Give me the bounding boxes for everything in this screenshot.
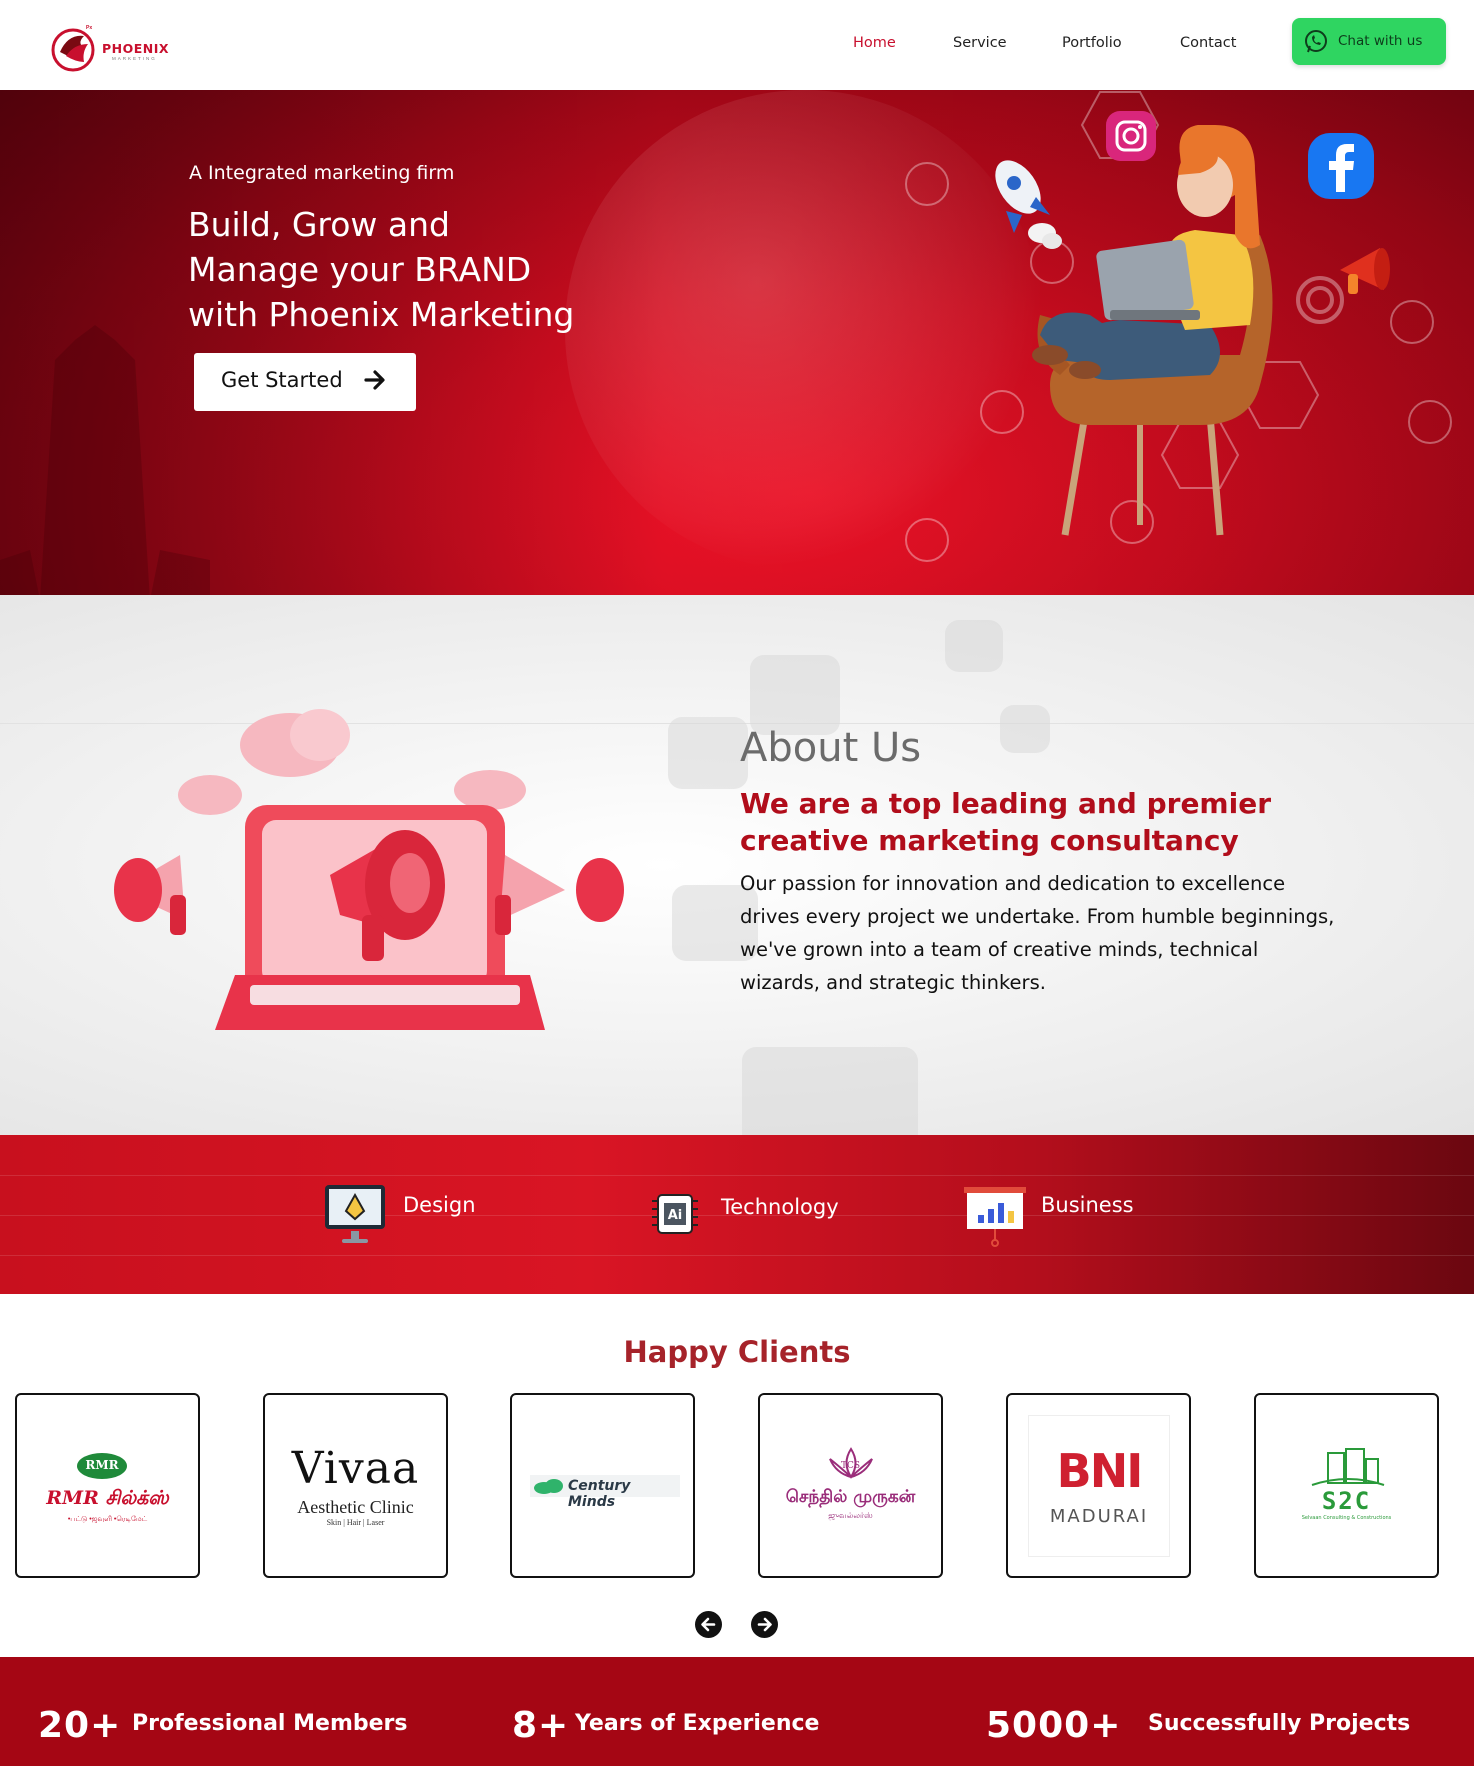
client-logo-card[interactable]: RMR RMR சில்க்ஸ் •பட்டு •ஜவுளி •ரெடிமேட் xyxy=(15,1393,200,1578)
rmr-badge: RMR xyxy=(77,1453,127,1479)
hero-title-line: Manage your BRAND xyxy=(188,250,532,289)
about-subtitle-line: creative marketing consultancy xyxy=(740,824,1239,857)
heart-bubble-icon xyxy=(742,1047,918,1135)
grid-line xyxy=(0,1175,1474,1176)
rmr-badge-text: RMR xyxy=(85,1458,119,1472)
feature-technology-label: Technology xyxy=(721,1195,839,1219)
star-bubble-icon xyxy=(668,717,748,789)
brand-mark: Px xyxy=(86,25,93,31)
senthil-murugan-sub: ஜுவல்லர்ஸ் xyxy=(828,1511,873,1520)
chat-button-label: Chat with us xyxy=(1338,33,1423,49)
hero-title-line: Build, Grow and xyxy=(188,205,450,244)
s2c-sub: Selvaan Consulting & Constructions xyxy=(1301,1515,1392,1521)
brand-subtitle: MARKETING xyxy=(112,56,157,61)
hero-title-line: with Phoenix Marketing xyxy=(188,295,575,334)
client-logo-card[interactable]: Vivaa Aesthetic Clinic Skin | Hair | Las… xyxy=(263,1393,448,1578)
about-section: About Us We are a top leading and premie… xyxy=(0,595,1474,1135)
person-node-icon xyxy=(905,162,949,206)
bni-city: MADURAI xyxy=(1049,1506,1149,1527)
hero-banner: A Integrated marketing firm Build, Grow … xyxy=(0,90,1474,595)
building-icon xyxy=(1311,1448,1385,1486)
chat-with-us-button[interactable]: Chat with us xyxy=(1292,18,1446,65)
hero-title: Build, Grow and Manage your BRAND with P… xyxy=(188,202,668,337)
target-icon xyxy=(1296,276,1344,324)
rmr-tagline: •பட்டு •ஜவுளி •ரெடிமேட் xyxy=(67,1516,148,1523)
nav-service[interactable]: Service xyxy=(953,35,1007,51)
feature-business-label: Business xyxy=(1041,1193,1134,1217)
stat-projects-label: Successfully Projects xyxy=(1148,1711,1411,1736)
grid-line xyxy=(0,1255,1474,1256)
client-logo-card[interactable]: TCS செந்தில் முருகன் ஜுவல்லர்ஸ் xyxy=(758,1393,943,1578)
person-node-icon xyxy=(905,518,949,562)
stat-experience-number: 8+ xyxy=(512,1705,570,1746)
heart-bubble-icon xyxy=(1000,705,1050,753)
arrow-right-circle-icon xyxy=(757,1617,772,1632)
svg-text:Ai: Ai xyxy=(668,1208,683,1223)
nav-contact[interactable]: Contact xyxy=(1180,35,1236,51)
happy-clients-title: Happy Clients xyxy=(623,1335,851,1369)
about-subtitle-line: We are a top leading and premier xyxy=(740,787,1272,820)
like-bubble-icon xyxy=(750,655,840,735)
phoenix-logo[interactable]: Px PHOENIX MARKETING xyxy=(48,22,178,74)
century-minds-name: Century Minds xyxy=(568,1478,631,1510)
s2c-name: S2C xyxy=(1321,1487,1372,1515)
century-minds-banner: Century Minds xyxy=(530,1475,680,1510)
stat-members-number: 20+ xyxy=(38,1705,122,1746)
carousel-prev-button[interactable] xyxy=(695,1611,722,1638)
get-started-label: Get Started xyxy=(221,368,343,392)
about-body: Our passion for innovation and dedicatio… xyxy=(740,867,1420,999)
arrow-left-circle-icon xyxy=(701,1617,716,1632)
stat-members-label: Professional Members xyxy=(132,1711,408,1736)
carousel-next-button[interactable] xyxy=(751,1611,778,1638)
site-header: Px PHOENIX MARKETING Home Service Portfo… xyxy=(0,0,1474,90)
cloud-icon xyxy=(534,1479,563,1494)
features-strip: Design Ai Technology Business xyxy=(0,1135,1474,1294)
vivaa-name: Vivaa xyxy=(291,1443,420,1494)
whatsapp-icon xyxy=(1305,30,1327,53)
arrow-right-icon xyxy=(364,370,385,390)
tcs-badge: TCS xyxy=(840,1461,861,1471)
rmr-name: RMR சில்க்ஸ் xyxy=(46,1487,169,1509)
about-title: About Us xyxy=(740,725,922,771)
senthil-murugan-name: செந்தில் முருகன் xyxy=(785,1487,916,1507)
megaphone-laptop-illustration xyxy=(114,709,624,1030)
nav-home[interactable]: Home xyxy=(853,35,896,51)
get-started-button[interactable]: Get Started xyxy=(194,353,416,411)
bni-frame: BNI MADURAI xyxy=(1028,1415,1170,1557)
vivaa-services: Skin | Hair | Laser xyxy=(326,1518,385,1527)
bni-name: BNI xyxy=(1056,1444,1144,1498)
star-bubble-icon xyxy=(945,620,1003,672)
client-logo-card[interactable]: Century Minds xyxy=(510,1393,695,1578)
girl-with-laptop-illustration xyxy=(1032,125,1273,536)
hero-kicker: A Integrated marketing firm xyxy=(189,162,455,184)
temple-silhouette-icon xyxy=(0,325,210,595)
feature-design-label: Design xyxy=(403,1193,476,1217)
presentation-chart-icon xyxy=(964,1187,1026,1247)
vivaa-sub: Aesthetic Clinic xyxy=(297,1497,414,1517)
person-node-icon xyxy=(1408,400,1452,444)
ai-chip-icon: Ai xyxy=(652,1194,698,1234)
client-logo-card[interactable]: BNI MADURAI xyxy=(1006,1393,1191,1578)
about-body-line: we've grown into a team of creative mind… xyxy=(740,938,1259,961)
about-body-line: wizards, and strategic thinkers. xyxy=(740,971,1046,994)
about-body-line: Our passion for innovation and dedicatio… xyxy=(740,872,1286,895)
brand-name: PHOENIX xyxy=(102,41,170,56)
about-body-line: drives every project we undertake. From … xyxy=(740,905,1335,928)
stat-experience-label: Years of Experience xyxy=(575,1711,820,1736)
stat-projects-number: 5000+ xyxy=(986,1705,1122,1746)
about-subtitle: We are a top leading and premier creativ… xyxy=(740,785,1360,859)
client-logo-card[interactable]: S2C Selvaan Consulting & Constructions xyxy=(1254,1393,1439,1578)
design-monitor-icon xyxy=(325,1185,385,1243)
nav-portfolio[interactable]: Portfolio xyxy=(1062,35,1122,51)
